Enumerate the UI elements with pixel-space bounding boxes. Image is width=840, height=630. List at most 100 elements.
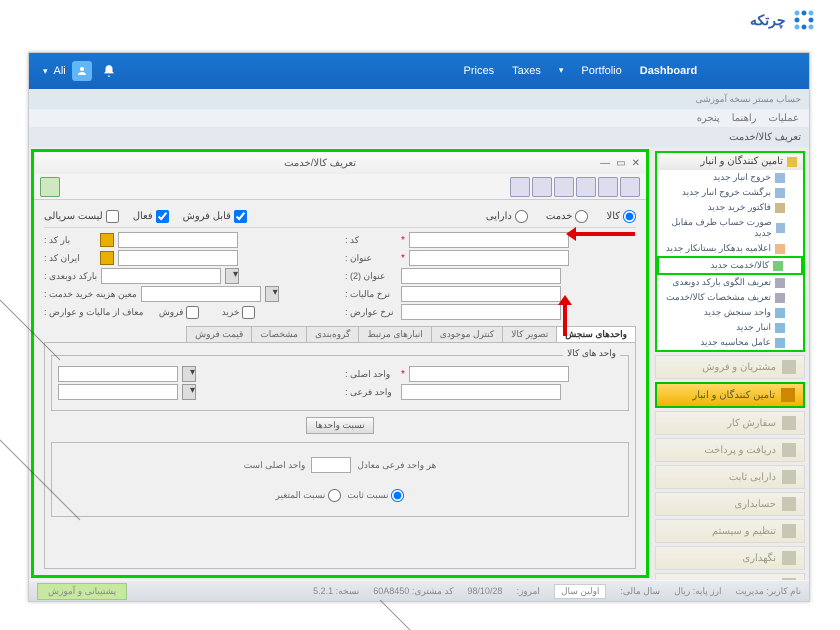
check-sellable[interactable]: قابل فروش [183,210,247,223]
delete-button[interactable] [532,177,552,197]
new-button[interactable] [554,177,574,197]
sub-unit-input[interactable] [401,384,561,400]
taxrate-input[interactable] [401,286,561,302]
check-buy[interactable]: خرید [203,306,255,319]
tree-item[interactable]: خروج انبار جدید [657,170,803,185]
tree-item[interactable]: واحد سنجش جدید [657,305,803,320]
ratio-input[interactable] [311,457,351,473]
maximize-icon[interactable]: ▭ [616,158,625,169]
radio-fixed-ratio[interactable]: نسبت ثابت [347,489,404,502]
tab-specs[interactable]: مشخصات [251,326,307,342]
status-user: نام کاربر: مدیریت [735,586,801,597]
sidebar-btn-payment[interactable]: دریافت و پرداخت [655,438,805,462]
wrench-icon [782,551,796,565]
nav-prices[interactable]: Prices [464,65,495,77]
title2-input[interactable] [401,268,561,284]
code-input[interactable] [409,232,569,248]
servicecost-input[interactable] [141,286,261,302]
sub-unit-select[interactable] [58,384,178,400]
top-nav: Dashboard Portfolio ▾ Taxes Prices [464,65,698,77]
tab-image[interactable]: تصویر کالا [502,326,557,342]
check-sell[interactable]: فروش [147,306,199,319]
doc-icon [773,261,783,271]
radio-var-ratio[interactable]: نسبت المتغیر [276,489,342,502]
barcode-input[interactable] [118,232,238,248]
irancode-button[interactable] [100,251,114,265]
chevron-down-icon: ▾ [559,65,564,77]
window-subheader: حساب مستر نسخه آموزشی [29,89,809,109]
save-button[interactable] [576,177,596,197]
tree-item[interactable]: فاکتور خرید جدید [657,200,803,215]
tree-item[interactable]: اعلامیه بدهکار بستانکار جدید [657,241,803,256]
payment-icon [782,443,796,457]
sidebar-btn-order[interactable]: سفارش کار [655,411,805,435]
sidebar-btn-maintain[interactable]: نگهداری [655,546,805,570]
inner-tabs: واحدهای سنجش تصویر کالا کنترل موجودی انب… [44,326,636,343]
dialog-titlebar: ✕ ▭ — تعریف کالا/خدمت [34,152,646,174]
sidebar-btn-settings[interactable]: تنظیم و سیستم [655,519,805,543]
doc-icon [776,223,785,233]
sub-unit-dropdown[interactable]: ▾ [182,384,196,400]
tollrate-input[interactable] [401,304,561,320]
menu-window[interactable]: پنجره [697,113,720,124]
brand-logo: چرتکه [750,8,816,32]
main-unit-select[interactable] [58,366,178,382]
doc-tab[interactable]: تعریف کالا/خدمت [729,132,801,143]
print-button[interactable] [510,177,530,197]
check-active[interactable]: فعال [133,210,169,223]
tab-warehouses[interactable]: انبارهای مرتبط [358,326,431,342]
sidebar-btn-customers[interactable]: مشتریان و فروش [655,355,805,379]
radio-service[interactable]: خدمت [546,210,589,223]
tab-grouping[interactable]: گروه‌بندی [306,326,359,342]
doc-icon [775,323,785,333]
status-support-button[interactable]: پشتیبانی و آموزش [37,583,127,600]
tab-stock[interactable]: کنترل موجودی [431,326,503,342]
tree-item[interactable]: تعریف الگوی بارکد دوبعدی [657,275,803,290]
barcode2d-dropdown[interactable]: ▾ [225,268,239,284]
tab-price[interactable]: قیمت فروش [186,326,252,342]
sidebar-btn-company[interactable]: شرکت [655,573,805,580]
document-tabs: تعریف کالا/خدمت [29,127,809,147]
radio-goods[interactable]: کالا [606,210,636,223]
sidebar-btn-assets[interactable]: دارایی ثابت [655,465,805,489]
avatar-icon [72,61,92,81]
tree-item[interactable]: انبار جدید [657,320,803,335]
servicecost-dropdown[interactable]: ▾ [265,286,279,302]
building-icon [782,578,796,580]
doc-icon [775,338,785,348]
top-bar: Dashboard Portfolio ▾ Taxes Prices Ali ▾ [29,53,809,89]
title-input[interactable] [409,250,569,266]
tree-item[interactable]: برگشت خروج انبار جدید [657,185,803,200]
tree-item[interactable]: عامل محاسبه جدید [657,335,803,350]
sidebar-tree-panel: تامین کنندگان و انبار خروج انبار جدید بر… [655,151,805,352]
tree-item-product-new[interactable]: کالا/خدمت جدید [657,256,803,275]
radio-asset[interactable]: دارایی [486,210,528,223]
workspace: ✕ ▭ — تعریف کالا/خدمت [29,147,651,580]
bell-icon[interactable] [102,64,116,78]
sidebar-btn-accounting[interactable]: حسابداری [655,492,805,516]
close-icon[interactable]: ✕ [632,158,640,169]
main-unit-dropdown[interactable]: ▾ [182,366,196,382]
check-serial[interactable]: لیست سریالی [44,210,119,223]
nav-taxes[interactable]: Taxes [512,65,541,77]
irancode-input[interactable] [118,250,238,266]
nav-dashboard[interactable]: Dashboard [640,65,697,77]
ledger-icon [782,497,796,511]
help-button[interactable] [620,177,640,197]
refresh-button[interactable] [598,177,618,197]
main-unit-input[interactable] [409,366,569,382]
tab-units[interactable]: واحدهای سنجش [556,326,636,342]
menu-operations[interactable]: عملیات [768,113,799,124]
tree-item[interactable]: تعریف مشخصات کالا/خدمت [657,290,803,305]
menu-help[interactable]: راهنما [732,113,757,124]
minimize-icon[interactable]: — [600,158,610,169]
units-legend: واحد های کالا [563,348,620,359]
sidebar-btn-suppliers[interactable]: تامین کنندگان و انبار [655,382,805,408]
nav-portfolio[interactable]: Portfolio [581,65,621,77]
confirm-button[interactable] [40,177,60,197]
barcode2d-input[interactable] [101,268,221,284]
tree-item[interactable]: صورت حساب طرف مقابل جدید [657,215,803,241]
barcode-button[interactable] [100,233,114,247]
user-menu[interactable]: Ali ▾ [43,61,92,81]
ratio-button[interactable]: نسبت واحدها [306,417,373,434]
